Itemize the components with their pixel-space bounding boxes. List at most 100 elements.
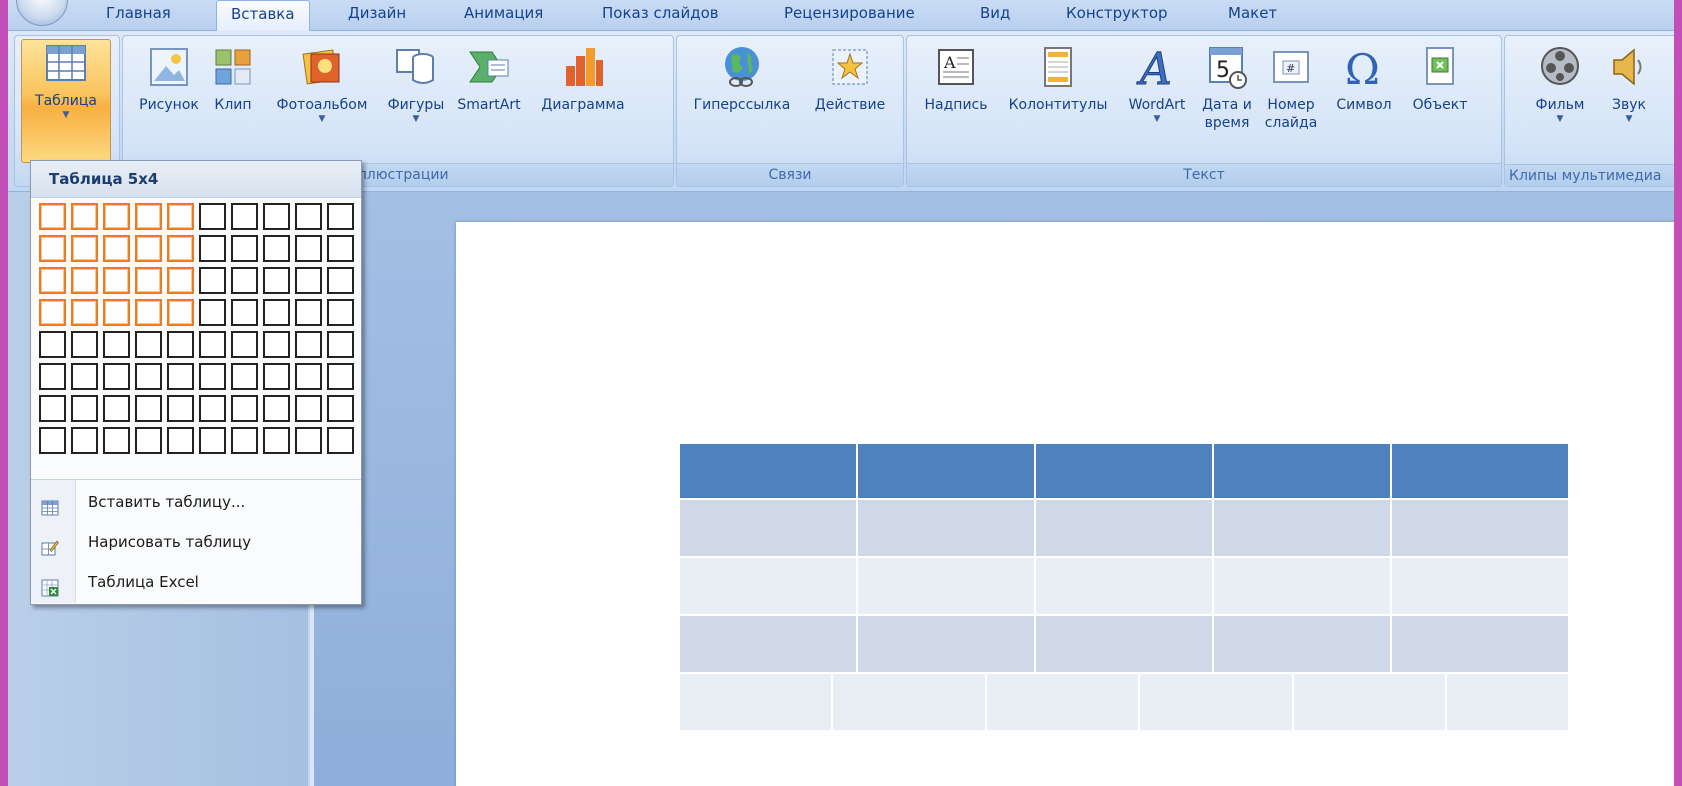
table-grid-cell[interactable] [231, 203, 258, 230]
table-grid-cell[interactable] [135, 267, 162, 294]
table-grid-cell[interactable] [199, 331, 226, 358]
table-cell[interactable] [1214, 500, 1392, 556]
tab-review[interactable]: Рецензирование [770, 0, 929, 29]
table-grid-cell[interactable] [327, 267, 354, 294]
table-grid-cell[interactable] [327, 427, 354, 454]
shapes-button[interactable]: Фигуры ▼ [385, 44, 447, 124]
textbox-button[interactable]: A Надпись [915, 44, 997, 114]
table-grid-cell[interactable] [103, 427, 130, 454]
table-grid-cell[interactable] [295, 299, 322, 326]
slide-table-row[interactable] [680, 616, 1568, 672]
table-grid-cell[interactable] [263, 363, 290, 390]
table-grid-cell[interactable] [327, 203, 354, 230]
insert-table-menu-item[interactable]: Вставить таблицу... [31, 483, 361, 521]
table-grid-cell[interactable] [295, 427, 322, 454]
chart-button[interactable]: Диаграмма [531, 44, 635, 114]
table-cell[interactable] [1392, 558, 1568, 614]
hyperlink-button[interactable]: Гиперссылка [681, 44, 803, 114]
table-grid-cell[interactable] [71, 395, 98, 422]
table-grid-cell[interactable] [295, 363, 322, 390]
table-grid-cell[interactable] [263, 267, 290, 294]
table-cell[interactable] [858, 444, 1036, 498]
headerfooter-button[interactable]: Колонтитулы [999, 44, 1117, 114]
table-cell[interactable] [986, 674, 1141, 730]
table-grid-cell[interactable] [103, 395, 130, 422]
table-grid-cell[interactable] [231, 363, 258, 390]
table-cell[interactable] [858, 616, 1036, 672]
table-cell[interactable] [1036, 616, 1214, 672]
table-grid-cell[interactable] [199, 395, 226, 422]
object-button[interactable]: Объект [1405, 44, 1475, 114]
tab-constructor[interactable]: Конструктор [1052, 0, 1182, 29]
table-grid-cell[interactable] [231, 427, 258, 454]
photoalbum-button[interactable]: Фотоальбом ▼ [261, 44, 383, 124]
table-grid-cell[interactable] [167, 363, 194, 390]
table-grid-cell[interactable] [199, 203, 226, 230]
table-cell[interactable] [1214, 616, 1392, 672]
tab-insert[interactable]: Вставка [216, 0, 310, 31]
table-grid-cell[interactable] [103, 235, 130, 262]
table-grid-cell[interactable] [199, 427, 226, 454]
table-grid-cell[interactable] [167, 203, 194, 230]
table-cell[interactable] [1140, 674, 1294, 730]
table-cell[interactable] [858, 558, 1036, 614]
table-grid-cell[interactable] [327, 235, 354, 262]
table-grid-cell[interactable] [39, 299, 66, 326]
table-grid-cell[interactable] [231, 331, 258, 358]
table-grid-cell[interactable] [39, 203, 66, 230]
table-grid-cell[interactable] [231, 235, 258, 262]
symbol-button[interactable]: Ω Символ [1327, 44, 1401, 114]
table-grid-cell[interactable] [263, 331, 290, 358]
table-grid-cell[interactable] [103, 203, 130, 230]
picture-button[interactable]: Рисунок [131, 44, 207, 114]
tab-view[interactable]: Вид [966, 0, 1024, 29]
table-cell[interactable] [1036, 500, 1214, 556]
table-grid-cell[interactable] [295, 203, 322, 230]
table-cell[interactable] [1293, 674, 1447, 730]
table-grid-cell[interactable] [167, 235, 194, 262]
table-grid-cell[interactable] [135, 235, 162, 262]
table-grid-cell[interactable] [135, 299, 162, 326]
slide-table-row[interactable] [680, 558, 1568, 614]
clip-button[interactable]: Клип [209, 44, 257, 114]
table-grid-cell[interactable] [263, 203, 290, 230]
tab-layout[interactable]: Макет [1214, 0, 1291, 29]
table-grid-cell[interactable] [103, 331, 130, 358]
table-grid-cell[interactable] [103, 267, 130, 294]
table-grid-cell[interactable] [135, 331, 162, 358]
table-grid-cell[interactable] [231, 299, 258, 326]
table-grid-cell[interactable] [167, 267, 194, 294]
table-cell[interactable] [680, 500, 858, 556]
table-cell[interactable] [1214, 558, 1392, 614]
table-grid-cell[interactable] [199, 299, 226, 326]
table-grid-cell[interactable] [135, 363, 162, 390]
table-grid-cell[interactable] [39, 331, 66, 358]
table-grid-cell[interactable] [167, 427, 194, 454]
table-cell[interactable] [680, 558, 858, 614]
table-grid-cell[interactable] [231, 267, 258, 294]
table-grid-cell[interactable] [263, 395, 290, 422]
table-grid-cell[interactable] [135, 203, 162, 230]
table-grid-cell[interactable] [39, 363, 66, 390]
table-cell[interactable] [1214, 444, 1392, 498]
table-cell[interactable] [680, 674, 834, 730]
table-grid-cell[interactable] [295, 395, 322, 422]
table-grid-cell[interactable] [103, 363, 130, 390]
draw-table-menu-item[interactable]: Нарисовать таблицу [31, 523, 361, 561]
table-grid-cell[interactable] [295, 331, 322, 358]
tab-animation[interactable]: Анимация [450, 0, 557, 29]
table-grid-cell[interactable] [295, 267, 322, 294]
table-grid-cell[interactable] [71, 427, 98, 454]
table-grid-cell[interactable] [263, 235, 290, 262]
table-grid-cell[interactable] [327, 395, 354, 422]
table-grid-cell[interactable] [263, 427, 290, 454]
table-cell[interactable] [1392, 616, 1568, 672]
office-button[interactable] [16, 0, 68, 26]
table-grid-cell[interactable] [39, 235, 66, 262]
table-button[interactable]: Таблица ▼ [21, 39, 111, 163]
table-grid-cell[interactable] [327, 363, 354, 390]
table-grid-cell[interactable] [39, 427, 66, 454]
table-grid-cell[interactable] [295, 235, 322, 262]
table-grid-cell[interactable] [231, 395, 258, 422]
table-grid-cell[interactable] [103, 299, 130, 326]
